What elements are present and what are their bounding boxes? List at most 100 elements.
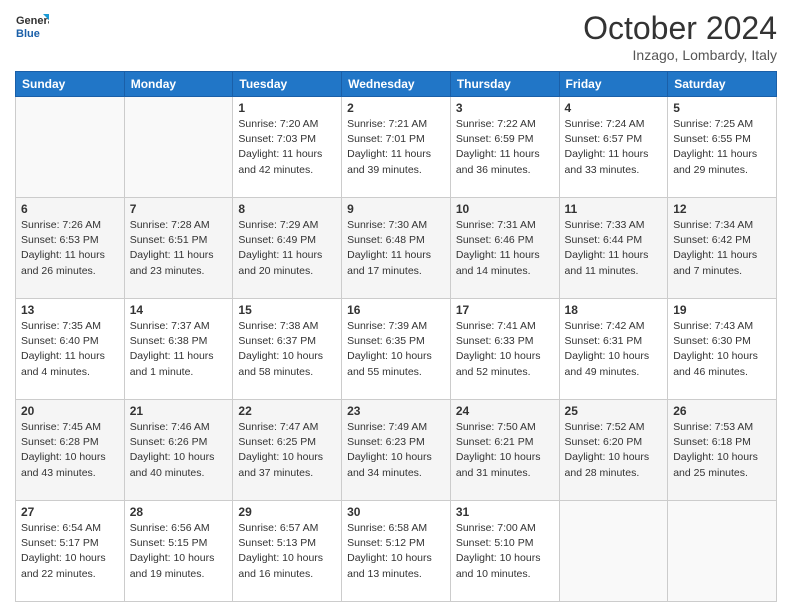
day-number: 27 bbox=[21, 505, 119, 519]
table-row: 1 Sunrise: 7:20 AMSunset: 7:03 PMDaylight… bbox=[233, 97, 342, 198]
table-row: 28 Sunrise: 6:56 AMSunset: 5:15 PMDayligh… bbox=[124, 501, 233, 602]
table-row: 16 Sunrise: 7:39 AMSunset: 6:35 PMDayligh… bbox=[342, 299, 451, 400]
table-row: 23 Sunrise: 7:49 AMSunset: 6:23 PMDayligh… bbox=[342, 400, 451, 501]
day-info: Sunrise: 7:33 AMSunset: 6:44 PMDaylight:… bbox=[565, 218, 663, 279]
day-number: 5 bbox=[673, 101, 771, 115]
day-number: 22 bbox=[238, 404, 336, 418]
month-title: October 2024 bbox=[583, 10, 777, 47]
table-row: 25 Sunrise: 7:52 AMSunset: 6:20 PMDayligh… bbox=[559, 400, 668, 501]
table-row: 5 Sunrise: 7:25 AMSunset: 6:55 PMDaylight… bbox=[668, 97, 777, 198]
day-number: 20 bbox=[21, 404, 119, 418]
day-info: Sunrise: 7:31 AMSunset: 6:46 PMDaylight:… bbox=[456, 218, 554, 279]
day-number: 28 bbox=[130, 505, 228, 519]
table-row: 29 Sunrise: 6:57 AMSunset: 5:13 PMDayligh… bbox=[233, 501, 342, 602]
day-info: Sunrise: 6:56 AMSunset: 5:15 PMDaylight:… bbox=[130, 521, 228, 582]
day-number: 11 bbox=[565, 202, 663, 216]
day-number: 1 bbox=[238, 101, 336, 115]
table-row bbox=[124, 97, 233, 198]
day-info: Sunrise: 7:37 AMSunset: 6:38 PMDaylight:… bbox=[130, 319, 228, 380]
table-row: 4 Sunrise: 7:24 AMSunset: 6:57 PMDaylight… bbox=[559, 97, 668, 198]
table-row: 13 Sunrise: 7:35 AMSunset: 6:40 PMDayligh… bbox=[16, 299, 125, 400]
table-row: 8 Sunrise: 7:29 AMSunset: 6:49 PMDaylight… bbox=[233, 198, 342, 299]
day-info: Sunrise: 7:42 AMSunset: 6:31 PMDaylight:… bbox=[565, 319, 663, 380]
svg-text:Blue: Blue bbox=[16, 28, 40, 40]
day-number: 10 bbox=[456, 202, 554, 216]
day-info: Sunrise: 7:47 AMSunset: 6:25 PMDaylight:… bbox=[238, 420, 336, 481]
title-block: October 2024 Inzago, Lombardy, Italy bbox=[583, 10, 777, 63]
day-info: Sunrise: 7:45 AMSunset: 6:28 PMDaylight:… bbox=[21, 420, 119, 481]
calendar-table: Sunday Monday Tuesday Wednesday Thursday… bbox=[15, 71, 777, 602]
day-info: Sunrise: 7:00 AMSunset: 5:10 PMDaylight:… bbox=[456, 521, 554, 582]
location: Inzago, Lombardy, Italy bbox=[583, 47, 777, 63]
day-number: 24 bbox=[456, 404, 554, 418]
table-row: 6Sunrise: 7:26 AMSunset: 6:53 PMDaylight… bbox=[16, 198, 125, 299]
day-info: Sunrise: 6:54 AMSunset: 5:17 PMDaylight:… bbox=[21, 521, 119, 582]
day-number: 2 bbox=[347, 101, 445, 115]
table-row: 31 Sunrise: 7:00 AMSunset: 5:10 PMDayligh… bbox=[450, 501, 559, 602]
day-info: Sunrise: 7:22 AMSunset: 6:59 PMDaylight:… bbox=[456, 117, 554, 178]
day-info: Sunrise: 7:35 AMSunset: 6:40 PMDaylight:… bbox=[21, 319, 119, 380]
day-number: 14 bbox=[130, 303, 228, 317]
table-row bbox=[668, 501, 777, 602]
day-info: Sunrise: 7:52 AMSunset: 6:20 PMDaylight:… bbox=[565, 420, 663, 481]
day-number: 29 bbox=[238, 505, 336, 519]
day-number: 17 bbox=[456, 303, 554, 317]
col-tuesday: Tuesday bbox=[233, 72, 342, 97]
day-info: Sunrise: 6:57 AMSunset: 5:13 PMDaylight:… bbox=[238, 521, 336, 582]
table-row: 10 Sunrise: 7:31 AMSunset: 6:46 PMDayligh… bbox=[450, 198, 559, 299]
day-info: Sunrise: 7:41 AMSunset: 6:33 PMDaylight:… bbox=[456, 319, 554, 380]
table-row: 27 Sunrise: 6:54 AMSunset: 5:17 PMDayligh… bbox=[16, 501, 125, 602]
table-row: 3 Sunrise: 7:22 AMSunset: 6:59 PMDaylight… bbox=[450, 97, 559, 198]
day-info: Sunrise: 6:58 AMSunset: 5:12 PMDaylight:… bbox=[347, 521, 445, 582]
table-row: 11 Sunrise: 7:33 AMSunset: 6:44 PMDayligh… bbox=[559, 198, 668, 299]
day-info: Sunrise: 7:34 AMSunset: 6:42 PMDaylight:… bbox=[673, 218, 771, 279]
table-row: 26 Sunrise: 7:53 AMSunset: 6:18 PMDayligh… bbox=[668, 400, 777, 501]
table-row: 14 Sunrise: 7:37 AMSunset: 6:38 PMDayligh… bbox=[124, 299, 233, 400]
calendar-header-row: Sunday Monday Tuesday Wednesday Thursday… bbox=[16, 72, 777, 97]
day-info: Sunrise: 7:49 AMSunset: 6:23 PMDaylight:… bbox=[347, 420, 445, 481]
day-number: 8 bbox=[238, 202, 336, 216]
day-info: Sunrise: 7:53 AMSunset: 6:18 PMDaylight:… bbox=[673, 420, 771, 481]
page-header: General Blue October 2024 Inzago, Lombar… bbox=[15, 10, 777, 63]
day-number: 23 bbox=[347, 404, 445, 418]
day-info: Sunrise: 7:25 AMSunset: 6:55 PMDaylight:… bbox=[673, 117, 771, 178]
col-thursday: Thursday bbox=[450, 72, 559, 97]
day-number: 26 bbox=[673, 404, 771, 418]
day-number: 6 bbox=[21, 202, 119, 216]
svg-text:General: General bbox=[16, 15, 49, 27]
day-number: 16 bbox=[347, 303, 445, 317]
day-number: 31 bbox=[456, 505, 554, 519]
table-row: 22 Sunrise: 7:47 AMSunset: 6:25 PMDayligh… bbox=[233, 400, 342, 501]
day-number: 7 bbox=[130, 202, 228, 216]
day-info: Sunrise: 7:20 AMSunset: 7:03 PMDaylight:… bbox=[238, 117, 336, 178]
day-number: 3 bbox=[456, 101, 554, 115]
day-info: Sunrise: 7:38 AMSunset: 6:37 PMDaylight:… bbox=[238, 319, 336, 380]
day-number: 18 bbox=[565, 303, 663, 317]
table-row: 20 Sunrise: 7:45 AMSunset: 6:28 PMDayligh… bbox=[16, 400, 125, 501]
day-info: Sunrise: 7:28 AMSunset: 6:51 PMDaylight:… bbox=[130, 218, 228, 279]
day-number: 25 bbox=[565, 404, 663, 418]
table-row bbox=[559, 501, 668, 602]
day-number: 19 bbox=[673, 303, 771, 317]
logo: General Blue bbox=[15, 10, 49, 44]
day-number: 13 bbox=[21, 303, 119, 317]
table-row: 18 Sunrise: 7:42 AMSunset: 6:31 PMDayligh… bbox=[559, 299, 668, 400]
table-row: 15 Sunrise: 7:38 AMSunset: 6:37 PMDayligh… bbox=[233, 299, 342, 400]
col-monday: Monday bbox=[124, 72, 233, 97]
col-wednesday: Wednesday bbox=[342, 72, 451, 97]
day-info: Sunrise: 7:29 AMSunset: 6:49 PMDaylight:… bbox=[238, 218, 336, 279]
table-row: 24Sunrise: 7:50 AMSunset: 6:21 PMDayligh… bbox=[450, 400, 559, 501]
day-number: 4 bbox=[565, 101, 663, 115]
day-number: 9 bbox=[347, 202, 445, 216]
day-info: Sunrise: 7:46 AMSunset: 6:26 PMDaylight:… bbox=[130, 420, 228, 481]
table-row: 30 Sunrise: 6:58 AMSunset: 5:12 PMDayligh… bbox=[342, 501, 451, 602]
table-row bbox=[16, 97, 125, 198]
table-row: 17 Sunrise: 7:41 AMSunset: 6:33 PMDayligh… bbox=[450, 299, 559, 400]
day-number: 30 bbox=[347, 505, 445, 519]
day-number: 15 bbox=[238, 303, 336, 317]
day-info: Sunrise: 7:39 AMSunset: 6:35 PMDaylight:… bbox=[347, 319, 445, 380]
table-row: 7 Sunrise: 7:28 AMSunset: 6:51 PMDaylight… bbox=[124, 198, 233, 299]
table-row: 9Sunrise: 7:30 AMSunset: 6:48 PMDaylight… bbox=[342, 198, 451, 299]
day-info: Sunrise: 7:24 AMSunset: 6:57 PMDaylight:… bbox=[565, 117, 663, 178]
table-row: 19Sunrise: 7:43 AMSunset: 6:30 PMDayligh… bbox=[668, 299, 777, 400]
